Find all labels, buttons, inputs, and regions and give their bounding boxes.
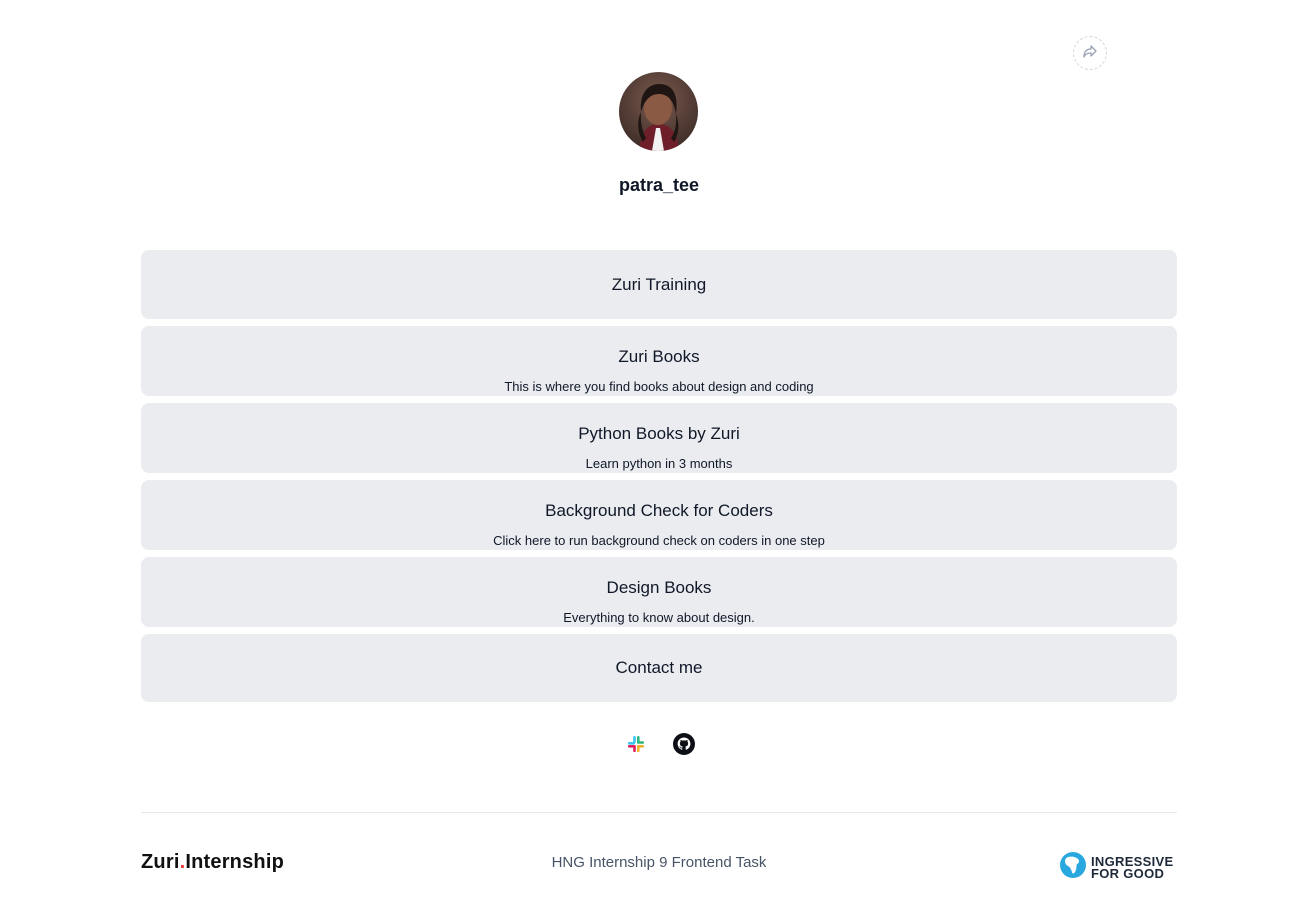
- africa-globe-icon: [1059, 851, 1087, 884]
- link-title: Python Books by Zuri: [578, 424, 740, 443]
- link-title: Contact me: [615, 658, 703, 677]
- page: patra_tee Zuri Training Zuri Books This …: [0, 0, 1301, 916]
- footer-divider: [141, 812, 1177, 813]
- link-contact-me[interactable]: Contact me: [141, 634, 1177, 702]
- i4g-wordmark: INGRESSIVE FOR GOOD: [1091, 855, 1173, 881]
- profile-name: patra_tee: [618, 175, 700, 195]
- avatar: [619, 72, 698, 151]
- link-zuri-training[interactable]: Zuri Training: [141, 250, 1177, 319]
- link-background-check[interactable]: Background Check for Coders Click here t…: [141, 480, 1177, 550]
- link-subtitle: Everything to know about design.: [563, 610, 755, 625]
- link-zuri-books[interactable]: Zuri Books This is where you find books …: [141, 326, 1177, 396]
- link-subtitle: Click here to run background check on co…: [493, 533, 825, 548]
- link-title: Zuri Books: [618, 347, 700, 366]
- share-icon: [1082, 43, 1098, 64]
- ingressive-for-good-logo: INGRESSIVE FOR GOOD: [1059, 851, 1173, 884]
- link-subtitle: This is where you find books about desig…: [504, 379, 814, 394]
- i4g-line-2: FOR GOOD: [1091, 865, 1165, 881]
- link-title: Design Books: [606, 578, 712, 597]
- link-python-books[interactable]: Python Books by Zuri Learn python in 3 m…: [141, 403, 1177, 473]
- github-icon[interactable]: [672, 732, 696, 756]
- link-title: Background Check for Coders: [545, 501, 773, 520]
- link-title: Zuri Training: [611, 274, 707, 294]
- link-subtitle: Learn python in 3 months: [585, 456, 733, 471]
- social-links: [624, 732, 696, 756]
- share-button[interactable]: [1073, 36, 1107, 70]
- links-list: Zuri Training Zuri Books This is where y…: [141, 250, 1177, 709]
- link-design-books[interactable]: Design Books Everything to know about de…: [141, 557, 1177, 627]
- slack-icon[interactable]: [624, 732, 648, 756]
